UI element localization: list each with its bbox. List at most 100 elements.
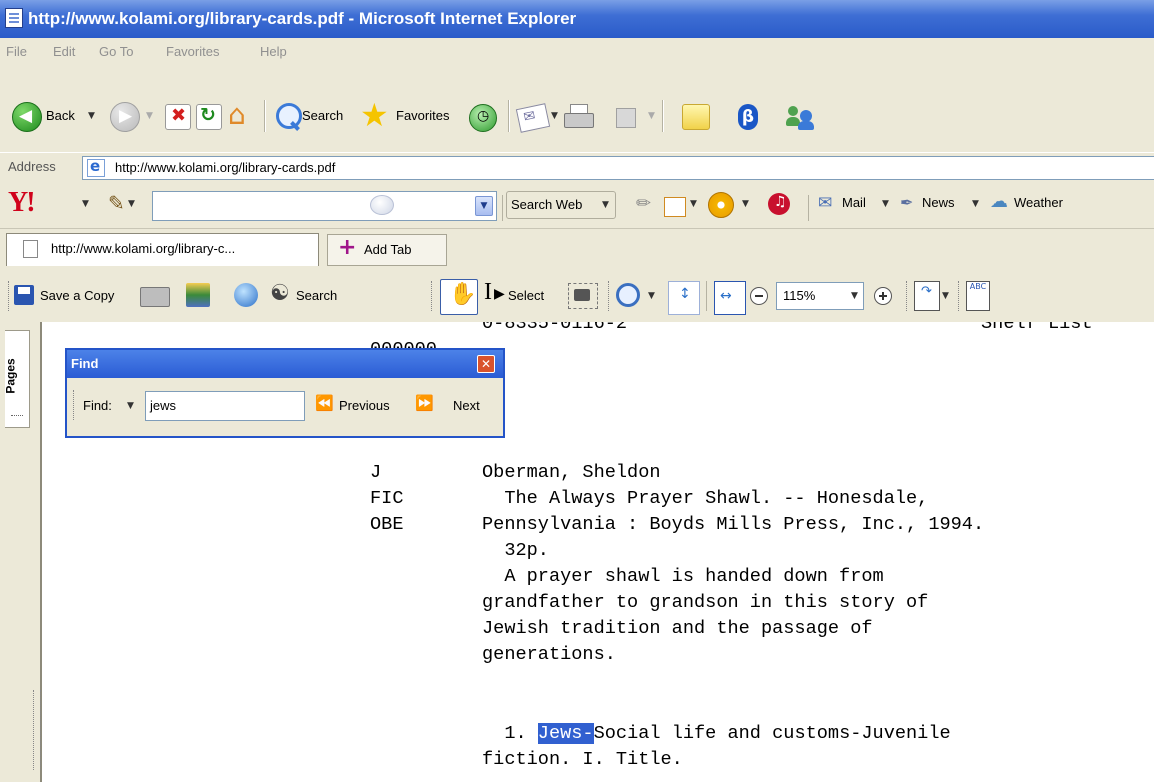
bluetooth-icon[interactable]: β xyxy=(738,104,758,130)
back-label[interactable]: Back xyxy=(46,108,75,123)
zoom-in-icon[interactable] xyxy=(616,283,640,307)
find-title-bar[interactable]: Find ✕ xyxy=(67,350,503,378)
fit-width-icon[interactable]: ↔ xyxy=(714,281,746,315)
mail-envelope-icon[interactable]: ✉ xyxy=(818,193,832,213)
find-label[interactable]: Find: xyxy=(83,398,112,413)
search-web-button[interactable]: Search Web ▼ xyxy=(506,191,616,219)
summary-line: generations. xyxy=(482,644,616,665)
toolbar-grip xyxy=(431,281,434,311)
yahoo-news-button[interactable]: News xyxy=(922,195,955,210)
pages-tab[interactable]: Pages xyxy=(4,330,30,428)
save-a-copy-button[interactable]: Save a Copy xyxy=(40,288,114,303)
publisher-line: Pennsylvania : Boyds Mills Press, Inc., … xyxy=(482,514,985,535)
text-select-icon[interactable]: I xyxy=(484,279,492,306)
toolbar-grip xyxy=(906,281,909,311)
search-web-label: Search Web xyxy=(511,197,583,212)
favorites-star-icon[interactable]: ★ xyxy=(360,96,389,134)
save-icon[interactable] xyxy=(14,285,34,305)
close-icon[interactable]: ✕ xyxy=(477,355,495,373)
pencil-icon[interactable]: ✎ xyxy=(108,191,125,215)
pages-line: 32p. xyxy=(482,540,549,561)
yahoo-search-input[interactable]: ▼ xyxy=(152,191,497,221)
binoculars-icon[interactable]: ☯ xyxy=(270,281,290,306)
antispy-dropdown-icon[interactable]: ▼ xyxy=(742,199,749,209)
mail-menu-dropdown-icon[interactable]: ▼ xyxy=(882,199,889,209)
previous-button[interactable]: Previous xyxy=(339,398,390,413)
ie-page-icon: e xyxy=(87,157,105,177)
messenger-icon[interactable] xyxy=(786,104,816,130)
hand-tool-button[interactable]: ✋ xyxy=(440,279,478,315)
yahoo-weather-button[interactable]: Weather xyxy=(1014,195,1063,210)
menu-file[interactable]: File xyxy=(6,44,27,59)
rotate-view-icon[interactable]: ↷ xyxy=(914,281,940,311)
edit-icon[interactable] xyxy=(616,108,636,128)
yahoo-mail-button[interactable]: Mail xyxy=(842,195,866,210)
weather-icon[interactable]: ☁ xyxy=(990,191,1008,212)
zoom-input[interactable]: 115% ▼ xyxy=(776,282,864,310)
add-tab-button[interactable]: + Add Tab xyxy=(327,234,447,266)
panel-resize-handle[interactable] xyxy=(33,690,41,770)
back-icon[interactable]: ◀ xyxy=(12,102,42,132)
organizer-icon[interactable] xyxy=(186,283,210,307)
subject-line: 1. Jews-Social life and customs-Juvenile xyxy=(482,723,951,744)
mail-dropdown-icon[interactable]: ▼ xyxy=(551,111,558,121)
adobe-search-button[interactable]: Search xyxy=(296,288,337,303)
refresh-icon[interactable]: ↻ xyxy=(196,104,222,130)
notes-icon[interactable] xyxy=(682,104,710,130)
previous-icon[interactable]: ⏪ xyxy=(315,394,334,412)
actual-size-icon[interactable]: ↕ xyxy=(668,281,700,315)
print-icon[interactable] xyxy=(140,287,170,307)
magnifier-icon xyxy=(370,195,394,215)
find-input[interactable]: jews xyxy=(145,391,305,421)
popup-blocker-icon[interactable] xyxy=(664,197,686,217)
yahoo-logo[interactable]: Y! xyxy=(8,187,36,219)
next-icon[interactable]: ⏩ xyxy=(415,394,434,412)
yahoo-separator xyxy=(502,195,503,221)
back-dropdown-icon[interactable]: ▼ xyxy=(88,111,95,121)
search-web-dropdown-icon[interactable]: ▼ xyxy=(602,200,609,210)
snapshot-icon[interactable] xyxy=(568,283,598,309)
select-tool-button[interactable]: Select xyxy=(508,288,544,303)
call-number-line: J xyxy=(370,462,382,483)
find-options-dropdown-icon[interactable]: ▼ xyxy=(127,401,134,411)
email-globe-icon[interactable] xyxy=(234,283,258,307)
highlight-icon[interactable]: ✏ xyxy=(636,193,651,214)
search-icon[interactable] xyxy=(276,103,302,129)
zoom-out-icon[interactable] xyxy=(750,287,768,305)
favorites-button[interactable]: Favorites xyxy=(396,108,449,123)
stop-icon[interactable]: ✖ xyxy=(165,104,191,130)
rotate-dropdown-icon[interactable]: ▼ xyxy=(942,291,949,301)
popup-dropdown-icon[interactable]: ▼ xyxy=(690,199,697,209)
menu-help[interactable]: Help xyxy=(260,44,287,59)
menu-go-to[interactable]: Go To xyxy=(99,44,133,59)
search-dropdown-icon[interactable]: ▼ xyxy=(475,196,493,216)
menu-edit[interactable]: Edit xyxy=(53,44,75,59)
pencil-dropdown-icon[interactable]: ▼ xyxy=(128,199,135,209)
tab-active[interactable]: http://www.kolami.org/library-c... xyxy=(6,233,319,266)
mail-icon[interactable]: ✉ xyxy=(515,103,551,133)
address-input[interactable]: e http://www.kolami.org/library-cards.pd… xyxy=(82,156,1154,180)
edit-dropdown-icon[interactable]: ▼ xyxy=(648,111,655,121)
next-button[interactable]: Next xyxy=(453,398,480,413)
history-icon[interactable]: ◷ xyxy=(469,104,497,132)
antispy-icon[interactable] xyxy=(708,192,734,218)
zoom-in-circle-icon[interactable] xyxy=(874,287,892,305)
find-grip xyxy=(73,390,76,420)
search-highlight: Jews- xyxy=(537,723,594,744)
spell-check-icon[interactable]: ABC xyxy=(966,281,990,311)
print-icon[interactable] xyxy=(564,104,594,130)
summary-line: grandfather to grandson in this story of xyxy=(482,592,929,613)
summary-line: A prayer shawl is handed down from xyxy=(482,566,884,587)
zoom-dropdown-icon[interactable]: ▼ xyxy=(648,291,655,301)
zoom-level-dropdown-icon[interactable]: ▼ xyxy=(851,291,858,301)
home-icon[interactable]: ⌂ xyxy=(228,98,256,131)
yahoo-dropdown-icon[interactable]: ▼ xyxy=(82,199,89,209)
title-bar: http://www.kolami.org/library-cards.pdf … xyxy=(0,0,1154,38)
news-icon[interactable]: ✒ xyxy=(900,193,913,212)
forward-dropdown-icon[interactable]: ▼ xyxy=(146,111,153,121)
menu-favorites[interactable]: Favorites xyxy=(166,44,219,59)
search-button[interactable]: Search xyxy=(302,108,343,123)
music-icon[interactable]: ♫ xyxy=(768,193,790,215)
forward-icon[interactable]: ▶ xyxy=(110,102,140,132)
news-dropdown-icon[interactable]: ▼ xyxy=(972,199,979,209)
